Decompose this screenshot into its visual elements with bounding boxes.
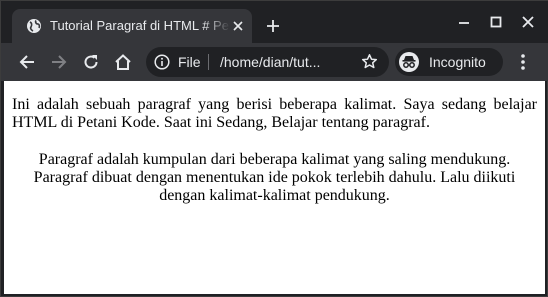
back-icon[interactable]	[18, 53, 36, 71]
paragraph-line: Paragraf dibuat dengan menentukan ide po…	[33, 169, 516, 186]
reload-icon[interactable]	[82, 53, 100, 71]
tab-title: Tutorial Paragraf di HTML # Petani Kode	[50, 18, 230, 34]
browser-window: Tutorial Paragraf di HTML # Petani Kode	[0, 0, 548, 297]
incognito-icon	[399, 52, 419, 72]
toolbar: File /home/dian/tut... Incognito	[1, 43, 548, 81]
omnibox-divider	[208, 54, 209, 70]
active-tab[interactable]: Tutorial Paragraf di HTML # Petani Kode	[12, 9, 252, 43]
star-icon[interactable]	[361, 53, 378, 70]
maximize-icon[interactable]	[489, 15, 503, 29]
tab-strip: Tutorial Paragraf di HTML # Petani Kode	[1, 1, 548, 43]
scheme-label: File	[178, 54, 201, 70]
menu-icon[interactable]	[515, 53, 531, 71]
globe-icon	[26, 18, 42, 34]
info-icon[interactable]	[154, 54, 170, 70]
address-bar[interactable]: File /home/dian/tut...	[146, 47, 389, 77]
page-viewport: Ini adalah sebuah paragraf yang berisi b…	[4, 81, 545, 294]
incognito-label: Incognito	[429, 54, 486, 70]
close-icon[interactable]	[230, 18, 246, 34]
url-text[interactable]: /home/dian/tut...	[220, 54, 350, 70]
incognito-profile-button[interactable]: Incognito	[395, 48, 503, 76]
paragraph-line: dengan kalimat-kalimat pendukung.	[159, 187, 390, 204]
paragraph-centered: Paragraf adalah kumpulan dari beberapa k…	[12, 151, 537, 205]
home-icon[interactable]	[114, 53, 132, 71]
plus-icon[interactable]	[265, 18, 281, 34]
paragraph-justified: Ini adalah sebuah paragraf yang berisi b…	[12, 96, 537, 131]
forward-icon[interactable]	[50, 53, 68, 71]
minimize-icon[interactable]	[457, 15, 471, 29]
paragraph-line: Paragraf adalah kumpulan dari beberapa k…	[38, 151, 511, 168]
close-window-icon[interactable]	[521, 15, 535, 29]
